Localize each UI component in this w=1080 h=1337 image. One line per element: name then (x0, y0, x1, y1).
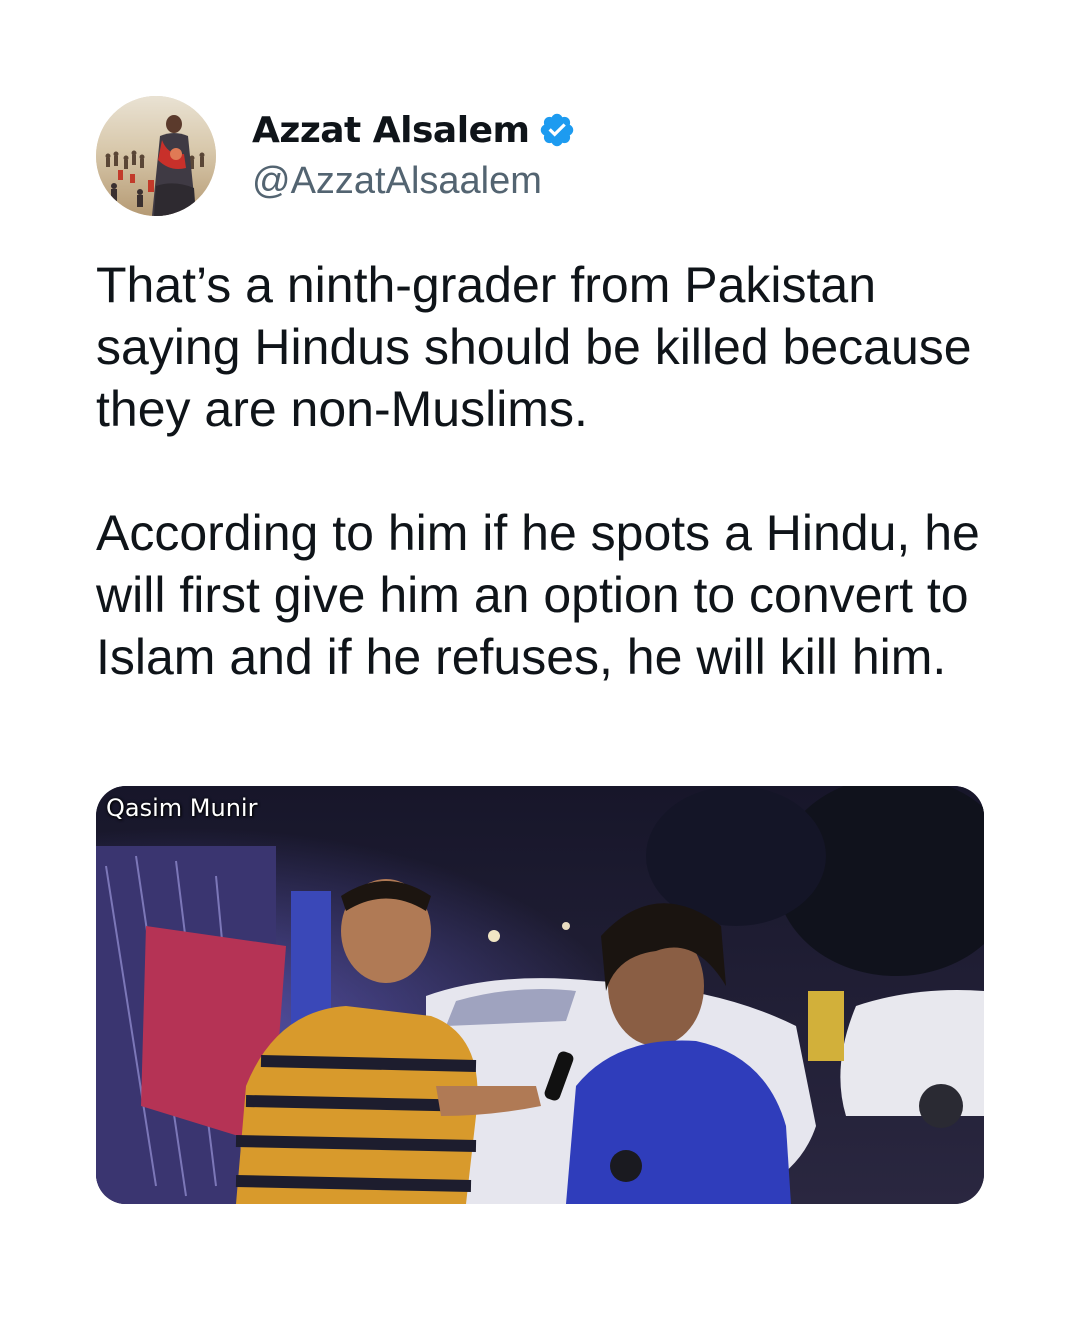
author-name-row: Azzat Alsalem (252, 104, 576, 156)
author-display-name[interactable]: Azzat Alsalem (252, 110, 530, 151)
avatar[interactable] (96, 96, 216, 216)
author-handle[interactable]: @AzzatAlsaalem (252, 160, 542, 203)
verified-badge-icon (538, 111, 576, 149)
tweet-paragraph: That’s a ninth-grader from Pakistan sayi… (96, 257, 972, 437)
video-frame (96, 786, 984, 1204)
tweet-card: Azzat Alsalem @AzzatAlsaalem That’s a ni… (0, 0, 1080, 1337)
tweet-media-video[interactable]: Qasim Munir (96, 786, 984, 1204)
video-watermark: Qasim Munir (106, 794, 258, 822)
tweet-text: That’s a ninth-grader from Pakistan sayi… (96, 254, 996, 688)
avatar-image (96, 96, 216, 216)
tweet-paragraph: According to him if he spots a Hindu, he… (96, 505, 980, 685)
